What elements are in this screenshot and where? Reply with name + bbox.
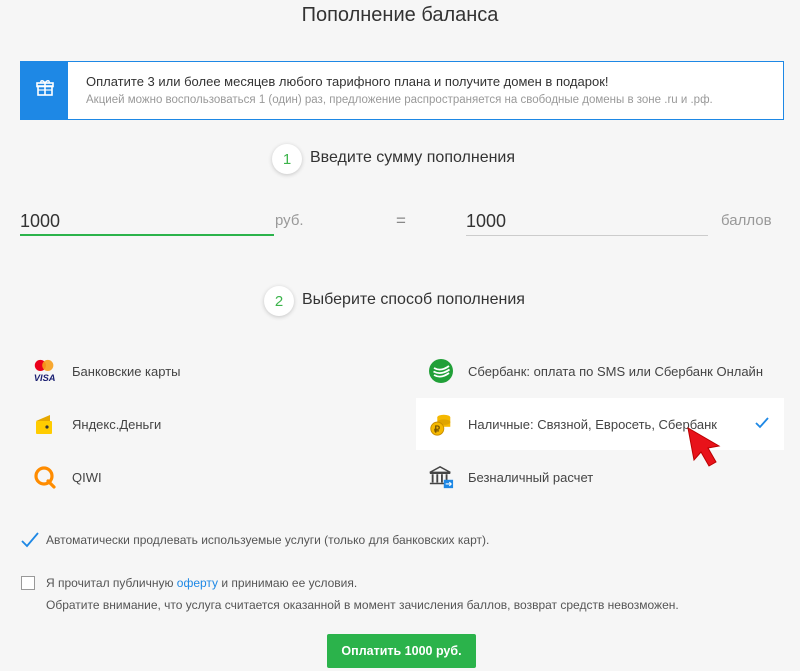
promo-banner: Оплатите 3 или более месяцев любого тари… [20, 61, 784, 120]
method-cash[interactable]: ₽ Наличные: Связной, Евросеть, Сбербанк [428, 398, 717, 450]
refund-note: Обратите внимание, что услуга считается … [46, 598, 679, 612]
promo-title: Оплатите 3 или более месяцев любого тари… [86, 74, 609, 89]
method-label: Безналичный расчет [468, 469, 594, 485]
promo-icon-box [21, 62, 68, 119]
bank-building-icon [428, 464, 454, 490]
method-yandex-money[interactable]: Яндекс.Деньги [32, 398, 161, 450]
step-1-number: 1 [272, 144, 302, 174]
method-qiwi[interactable]: QIWI [32, 451, 102, 503]
qiwi-icon [32, 464, 58, 490]
points-input[interactable] [466, 208, 708, 236]
svg-text:₽: ₽ [434, 424, 440, 434]
step-2-number: 2 [264, 286, 294, 316]
promo-subtitle: Акцией можно воспользоваться 1 (один) ра… [86, 94, 713, 106]
selected-check-icon [754, 416, 770, 435]
step-1-label: Введите сумму пополнения [310, 149, 516, 166]
method-label: Яндекс.Деньги [72, 416, 162, 432]
step-2-label: Выберите способ пополнения [302, 291, 525, 308]
agreement-text-after: и принимаю ее условия. [218, 576, 358, 590]
method-bank-cards[interactable]: VISA Банковские карты [32, 345, 181, 397]
mouse-cursor-icon [686, 426, 726, 477]
method-label: Наличные: Связной, Евросеть, Сбербанк [468, 416, 717, 432]
mastercard-visa-icon: VISA [32, 358, 58, 384]
agreement-checkbox[interactable] [21, 576, 35, 590]
sberbank-icon [428, 358, 454, 384]
method-sberbank[interactable]: Сбербанк: оплата по SMS или Сбербанк Онл… [428, 345, 763, 397]
agreement-text-before: Я прочитал публичную [46, 576, 177, 590]
method-label: Банковские карты [72, 363, 181, 379]
points-unit: баллов [721, 212, 772, 229]
agreement-label: Я прочитал публичную оферту и принимаю е… [46, 576, 357, 590]
method-label: QIWI [72, 469, 102, 485]
amount-unit: руб. [275, 212, 304, 229]
offer-link[interactable]: оферту [177, 576, 218, 590]
coins-icon: ₽ [428, 411, 454, 437]
pay-button[interactable]: Оплатить 1000 руб. [327, 634, 476, 668]
auto-renew-checkbox[interactable] [20, 531, 40, 554]
amount-input[interactable] [20, 208, 274, 236]
method-bank-transfer[interactable]: Безналичный расчет [428, 451, 593, 503]
page-title: Пополнение баланса [301, 4, 499, 26]
auto-renew-label: Автоматически продлевать используемые ус… [46, 533, 490, 547]
yandex-money-icon [32, 411, 58, 437]
method-label: Сбербанк: оплата по SMS или Сбербанк Онл… [468, 363, 764, 379]
equals-sign: = [396, 211, 406, 230]
gift-icon [35, 79, 54, 102]
svg-text:VISA: VISA [34, 373, 56, 383]
